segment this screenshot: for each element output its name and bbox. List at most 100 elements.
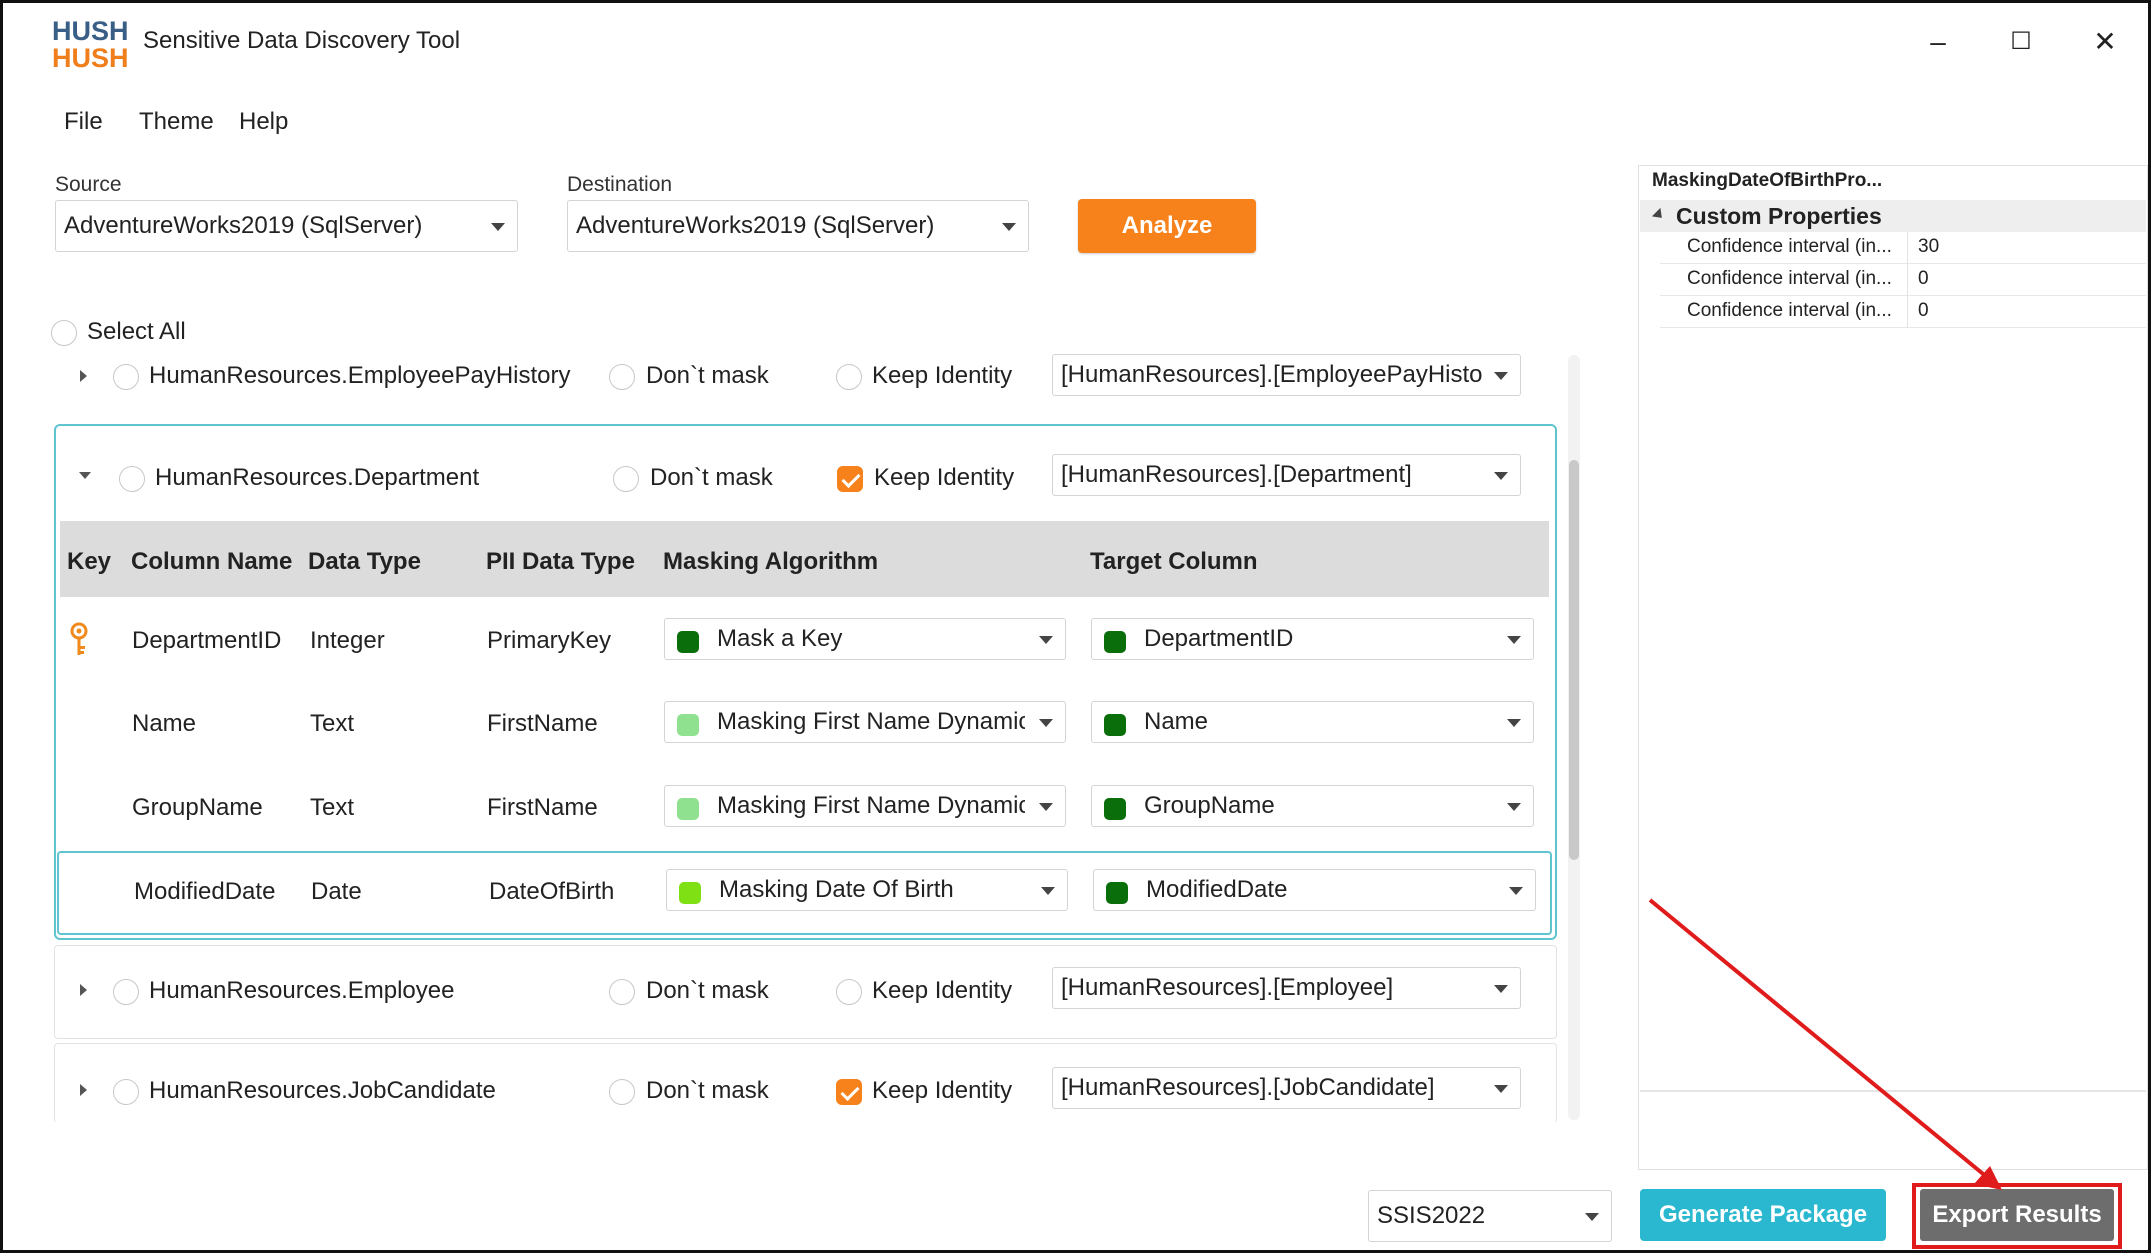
- data-type: Integer: [310, 627, 385, 654]
- keep-identity-checkbox[interactable]: [836, 979, 862, 1005]
- target-table-value: [HumanResources].[EmployeePayHistory]: [1061, 361, 1484, 388]
- pii-data-type: FirstName: [487, 710, 598, 737]
- column-name: GroupName: [132, 794, 263, 821]
- chevron-down-icon: [491, 223, 505, 231]
- masking-algorithm-select[interactable]: Masking Date Of Birth: [666, 869, 1068, 911]
- target-table-select[interactable]: [HumanResources].[Employee]: [1052, 967, 1521, 1009]
- target-table-value: [HumanResources].[Department]: [1061, 461, 1412, 488]
- masking-algorithm-value: Masking First Name Dynamic: [717, 792, 1025, 819]
- target-column-select[interactable]: Name: [1091, 701, 1534, 743]
- status-color-icon: [677, 714, 699, 736]
- chevron-down-icon: [1494, 985, 1508, 993]
- target-column-select[interactable]: DepartmentID: [1091, 618, 1534, 660]
- source-select[interactable]: AdventureWorks2019 (SqlServer): [55, 200, 518, 252]
- property-value[interactable]: 0: [1918, 300, 1929, 322]
- pii-data-type: FirstName: [487, 794, 598, 821]
- keep-identity-label: Keep Identity: [872, 1077, 1013, 1104]
- data-type: Text: [310, 710, 355, 737]
- status-color-icon: [1104, 714, 1126, 736]
- dont-mask-checkbox[interactable]: [609, 364, 635, 390]
- target-column-select[interactable]: GroupName: [1091, 785, 1534, 827]
- property-row[interactable]: Confidence interval (in... 0: [1660, 296, 2146, 328]
- header-pii-data-type: PII Data Type: [486, 548, 635, 575]
- select-all-checkbox[interactable]: [51, 320, 77, 346]
- masking-algorithm-select[interactable]: Masking First Name Dynamic: [664, 785, 1066, 827]
- source-value: AdventureWorks2019 (SqlServer): [64, 212, 423, 239]
- destination-select[interactable]: AdventureWorks2019 (SqlServer): [567, 200, 1029, 252]
- target-table-select[interactable]: [HumanResources].[Department]: [1052, 454, 1521, 496]
- minimize-button[interactable]: –: [1918, 22, 1958, 62]
- table-name: HumanResources.EmployeePayHistory: [149, 362, 571, 389]
- chevron-down-icon: [1585, 1213, 1599, 1221]
- destination-value: AdventureWorks2019 (SqlServer): [576, 212, 935, 239]
- target-table-select[interactable]: [HumanResources].[EmployeePayHistory]: [1052, 354, 1521, 396]
- keep-identity-checkbox[interactable]: [836, 364, 862, 390]
- status-color-icon: [1104, 631, 1126, 653]
- dont-mask-checkbox[interactable]: [609, 1079, 635, 1105]
- property-row[interactable]: Confidence interval (in... 0: [1660, 264, 2146, 296]
- property-name: Confidence interval (in...: [1687, 236, 1892, 257]
- property-divider: [1907, 264, 1908, 296]
- ssis-version-select[interactable]: SSIS2022: [1368, 1190, 1612, 1242]
- dont-mask-checkbox[interactable]: [609, 979, 635, 1005]
- status-color-icon: [679, 882, 701, 904]
- chevron-down-icon: [1002, 223, 1016, 231]
- chevron-down-icon: [1494, 472, 1508, 480]
- masking-algorithm-value: Masking First Name Dynamic: [717, 708, 1025, 735]
- dont-mask-label: Don`t mask: [646, 1077, 769, 1104]
- select-all-label: Select All: [87, 318, 186, 345]
- chevron-down-icon: [1494, 372, 1508, 380]
- table-checkbox[interactable]: [113, 979, 139, 1005]
- data-type: Date: [311, 878, 362, 905]
- properties-title: MaskingDateOfBirthPro...: [1652, 170, 1883, 191]
- chevron-down-icon: [1507, 636, 1521, 644]
- table-name: HumanResources.Employee: [149, 977, 455, 1004]
- collapse-icon[interactable]: [79, 472, 91, 479]
- target-column-select[interactable]: ModifiedDate: [1093, 869, 1536, 911]
- destination-label: Destination: [567, 173, 673, 196]
- target-column-value: DepartmentID: [1144, 625, 1294, 652]
- analyze-button[interactable]: Analyze: [1078, 199, 1256, 253]
- maximize-button[interactable]: ☐: [2001, 22, 2041, 62]
- masking-algorithm-select[interactable]: Masking First Name Dynamic: [664, 701, 1066, 743]
- chevron-down-icon: [1039, 636, 1053, 644]
- column-name: ModifiedDate: [134, 878, 276, 905]
- property-value[interactable]: 30: [1918, 236, 1939, 258]
- expand-icon[interactable]: [80, 1084, 87, 1096]
- close-button[interactable]: ✕: [2085, 22, 2125, 62]
- property-row[interactable]: Confidence interval (in... 30: [1660, 232, 2146, 264]
- source-label: Source: [55, 173, 122, 196]
- header-key: Key: [67, 548, 112, 575]
- masking-algorithm-value: Masking Date Of Birth: [719, 876, 954, 903]
- logo-line-2: HUSH: [52, 43, 129, 73]
- keep-identity-checkbox[interactable]: [837, 466, 863, 492]
- chevron-down-icon: [1039, 719, 1053, 727]
- status-color-icon: [1106, 882, 1128, 904]
- expand-icon[interactable]: [80, 984, 87, 996]
- logo-line-1: HUSH: [52, 16, 129, 46]
- chevron-down-icon: [1041, 887, 1055, 895]
- scrollbar-thumb[interactable]: [1569, 460, 1579, 860]
- target-table-select[interactable]: [HumanResources].[JobCandidate]: [1052, 1067, 1521, 1109]
- menu-help[interactable]: Help: [239, 108, 288, 136]
- chevron-down-icon: [1507, 719, 1521, 727]
- header-column-name: Column Name: [131, 548, 293, 575]
- menu-file[interactable]: File: [64, 108, 103, 136]
- dont-mask-label: Don`t mask: [650, 464, 773, 491]
- masking-algorithm-select[interactable]: Mask a Key: [664, 618, 1066, 660]
- table-checkbox[interactable]: [113, 364, 139, 390]
- status-color-icon: [677, 798, 699, 820]
- target-table-value: [HumanResources].[JobCandidate]: [1061, 1074, 1435, 1101]
- status-color-icon: [1104, 798, 1126, 820]
- dont-mask-checkbox[interactable]: [613, 466, 639, 492]
- table-checkbox[interactable]: [113, 1079, 139, 1105]
- pii-data-type: DateOfBirth: [489, 878, 615, 905]
- keep-identity-checkbox[interactable]: [836, 1079, 862, 1105]
- property-divider: [1907, 296, 1908, 328]
- menu-theme[interactable]: Theme: [139, 108, 214, 136]
- table-checkbox[interactable]: [119, 466, 145, 492]
- expand-icon[interactable]: [80, 370, 87, 382]
- property-name: Confidence interval (in...: [1687, 268, 1892, 289]
- target-table-value: [HumanResources].[Employee]: [1061, 974, 1394, 1001]
- property-value[interactable]: 0: [1918, 268, 1929, 290]
